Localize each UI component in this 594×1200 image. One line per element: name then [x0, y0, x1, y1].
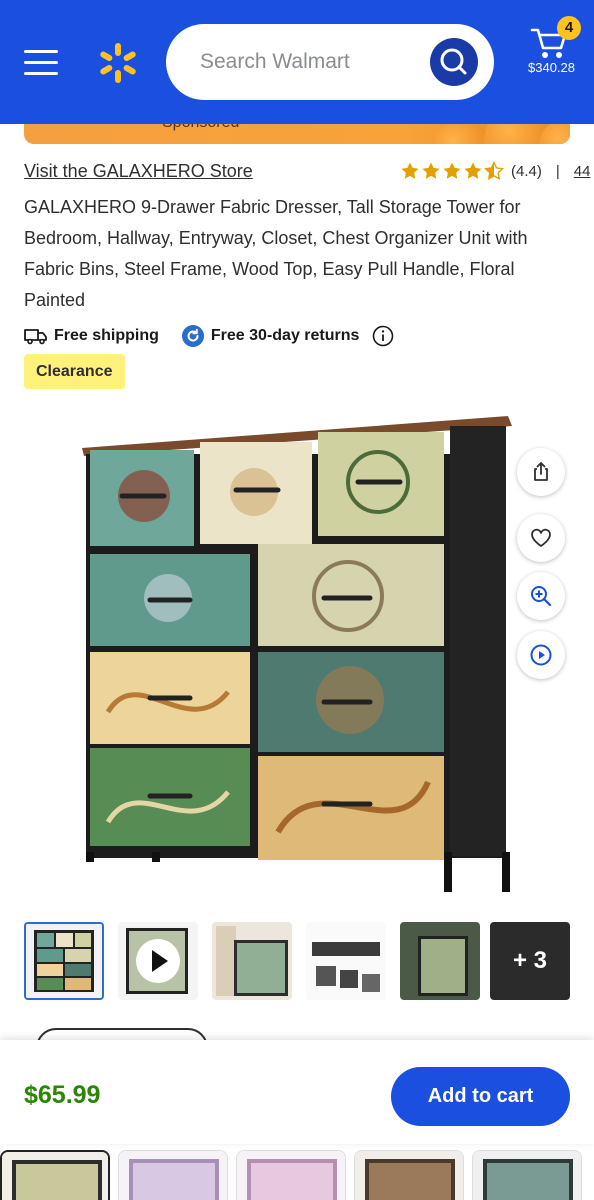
thumbnail-item[interactable] [306, 922, 386, 1000]
related-product-item[interactable] [354, 1150, 464, 1200]
related-product-item[interactable] [118, 1150, 228, 1200]
free-returns-badge: Free 30-day returns [181, 324, 360, 348]
search-button[interactable] [430, 38, 478, 86]
thumbnail-item[interactable] [400, 922, 480, 1000]
related-product-image [119, 1151, 227, 1200]
star-icon [464, 162, 482, 179]
rating-summary[interactable]: (4.4) | 44 [400, 160, 590, 182]
cart-total: $340.28 [528, 60, 575, 75]
rating-value: (4.4) [511, 162, 542, 180]
free-shipping-label: Free shipping [54, 327, 159, 344]
thumbnail-image [306, 922, 386, 1000]
star-icon [422, 162, 440, 179]
thumbnail-image [26, 924, 102, 998]
related-product-item[interactable] [236, 1150, 346, 1200]
star-icon [401, 162, 419, 179]
walmart-spark-icon[interactable] [97, 42, 139, 84]
star-icon [443, 162, 461, 179]
search-input[interactable] [200, 48, 420, 76]
info-icon[interactable] [372, 325, 394, 347]
free-shipping-badge: Free shipping [24, 327, 159, 345]
truck-icon [24, 329, 47, 345]
related-product-image [237, 1151, 345, 1200]
free-returns-label: Free 30-day returns [210, 327, 360, 344]
more-images-label: + 3 [512, 947, 548, 974]
returns-icon [181, 325, 204, 347]
related-product-item[interactable] [472, 1150, 582, 1200]
zoom-in-icon [531, 586, 552, 607]
review-count-link[interactable]: 44 [574, 163, 591, 180]
thumbnail-image [400, 922, 480, 1000]
related-product-item[interactable] [0, 1150, 110, 1200]
thumbnail-item[interactable] [212, 922, 292, 1000]
thumbnail-image [212, 922, 292, 1000]
product-main-image[interactable] [78, 412, 518, 902]
cart-count-badge: 4 [557, 16, 581, 40]
thumbnail-video-item[interactable] [118, 922, 198, 1000]
zoom-button[interactable] [517, 572, 565, 620]
thumbnail-item[interactable] [24, 922, 104, 1000]
store-link[interactable]: Visit the GALAXHERO Store [24, 161, 253, 182]
thumbnail-strip: + 3 [24, 922, 570, 1000]
top-header: 4 $340.28 [0, 0, 594, 124]
share-button[interactable] [517, 448, 565, 496]
related-products-strip [0, 1144, 594, 1200]
more-images-button[interactable]: + 3 [490, 922, 570, 1000]
clearance-badge: Clearance [24, 354, 125, 389]
related-product-image [473, 1151, 581, 1200]
add-to-cart-button[interactable]: Add to cart [391, 1067, 570, 1126]
search-icon [440, 48, 467, 75]
product-price: $65.99 [24, 1081, 101, 1109]
hamburger-icon[interactable] [24, 50, 58, 76]
thumbnail-image [118, 922, 198, 1000]
search-bar[interactable] [166, 24, 494, 100]
favorite-button[interactable] [517, 514, 565, 562]
rating-separator: | [555, 162, 560, 180]
share-icon [534, 462, 548, 481]
heart-icon [531, 528, 551, 547]
product-title: GALAXHERO 9-Drawer Fabric Dresser, Tall … [24, 197, 528, 310]
video-button[interactable] [517, 631, 565, 679]
sticky-purchase-bar: $65.99 Add to cart [0, 1040, 594, 1144]
related-product-image [355, 1151, 463, 1200]
fulfillment-badges: Free shipping Free 30-day returns [24, 322, 394, 350]
play-circle-icon [530, 644, 552, 666]
half-star-icon [484, 161, 504, 180]
related-product-image [2, 1152, 108, 1200]
